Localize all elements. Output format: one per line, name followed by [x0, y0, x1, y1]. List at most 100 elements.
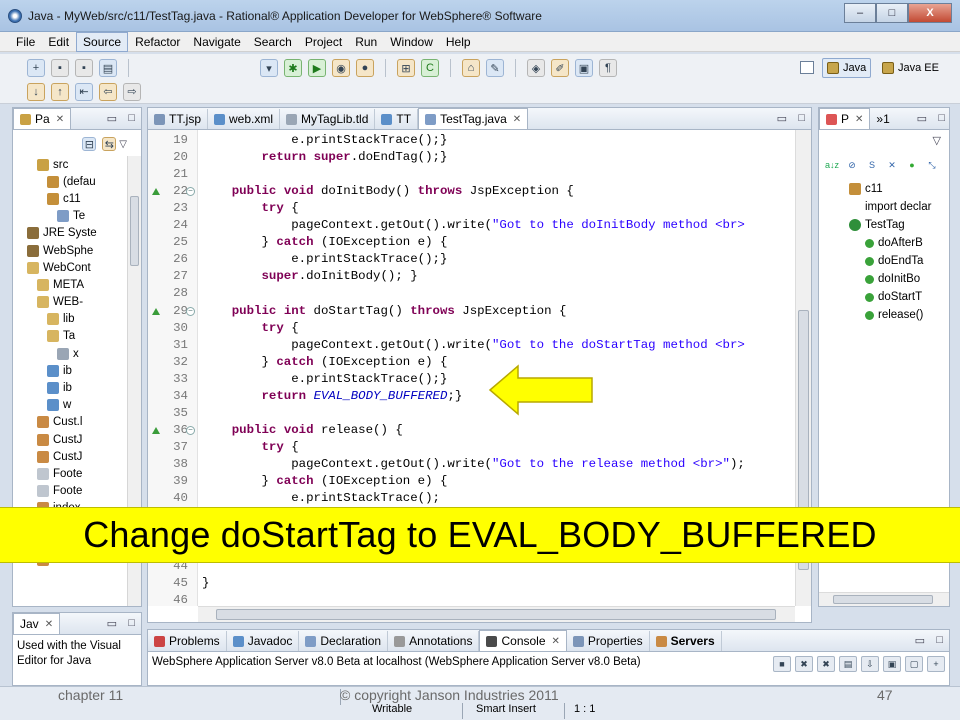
- hide-nonpublic-icon[interactable]: ✕: [885, 158, 899, 172]
- minimize-view-icon[interactable]: ▭: [777, 112, 787, 125]
- menu-window[interactable]: Window: [384, 33, 439, 51]
- scrollbar-thumb[interactable]: [833, 595, 933, 604]
- collapse-all-icon[interactable]: ⊟: [82, 137, 97, 151]
- minimize-view-icon[interactable]: ▭: [107, 112, 117, 125]
- toggle-mark-icon[interactable]: ◈: [527, 59, 545, 77]
- editor-tab[interactable]: MyTagLib.tld: [280, 109, 376, 129]
- tab-properties[interactable]: Properties: [567, 631, 650, 651]
- link-with-editor-icon[interactable]: ⇆: [102, 137, 117, 151]
- sort-icon[interactable]: a↓z: [825, 158, 839, 172]
- menu-navigate[interactable]: Navigate: [187, 33, 246, 51]
- new-package-icon[interactable]: ⊞: [397, 59, 415, 77]
- hide-local-types-icon[interactable]: ●: [905, 158, 919, 172]
- outline-item[interactable]: doInitBo: [819, 270, 949, 288]
- view-menu-icon[interactable]: ▽: [119, 139, 127, 150]
- remove-launch-icon[interactable]: ✖: [795, 656, 813, 672]
- editor-tab[interactable]: TT.jsp: [148, 109, 209, 129]
- close-icon[interactable]: ✕: [552, 636, 560, 647]
- remove-all-icon[interactable]: ✖: [817, 656, 835, 672]
- terminate-icon[interactable]: ■: [773, 656, 791, 672]
- editor-tab[interactable]: TestTag.java ✕: [418, 108, 529, 129]
- tab-console[interactable]: Console ✕: [479, 630, 567, 651]
- menu-source[interactable]: Source: [76, 31, 129, 52]
- tree-item[interactable]: Ta: [13, 328, 127, 345]
- print-icon[interactable]: ▤: [99, 59, 117, 77]
- tree-item[interactable]: (defau: [13, 173, 127, 190]
- tree-item[interactable]: Foote: [13, 465, 127, 482]
- minimize-view-icon[interactable]: ▭: [915, 634, 925, 647]
- run-icon[interactable]: ▶: [308, 59, 326, 77]
- outline-item[interactable]: doAfterB: [819, 234, 949, 252]
- outline-item[interactable]: release(): [819, 306, 949, 324]
- hide-fields-icon[interactable]: ⊘: [845, 158, 859, 172]
- show-whitespace-icon[interactable]: ¶: [599, 59, 617, 77]
- tab-java-beans[interactable]: Jav ✕: [13, 613, 61, 634]
- scrollbar-thumb[interactable]: [130, 196, 139, 266]
- editor-tab[interactable]: web.xml: [208, 109, 281, 129]
- next-annotation-icon[interactable]: ↓: [27, 82, 45, 101]
- maximize-view-icon[interactable]: □: [938, 112, 945, 124]
- forward-icon[interactable]: ⇨: [123, 82, 141, 101]
- fold-toggle-icon[interactable]: −: [186, 187, 195, 197]
- close-icon[interactable]: ✕: [45, 619, 53, 630]
- outline-item[interactable]: doStartT: [819, 288, 949, 306]
- tab-outline[interactable]: P ✕: [819, 108, 871, 129]
- view-menu-icon[interactable]: ▽: [933, 134, 941, 147]
- fold-toggle-icon[interactable]: −: [186, 306, 195, 316]
- tab-annotations[interactable]: Annotations: [388, 631, 480, 651]
- maximize-view-icon[interactable]: □: [128, 112, 135, 124]
- display-selected-icon[interactable]: ▢: [905, 656, 923, 672]
- tab-declaration[interactable]: Declaration: [299, 631, 389, 651]
- tree-item[interactable]: src: [13, 156, 127, 173]
- hide-static-icon[interactable]: S: [865, 158, 879, 172]
- search-icon[interactable]: ✎: [486, 59, 504, 77]
- build-icon[interactable]: ▾: [260, 59, 278, 77]
- tree-item[interactable]: CustJ: [13, 431, 127, 448]
- tree-item[interactable]: Foote: [13, 483, 127, 500]
- debug-icon[interactable]: ✱: [284, 59, 302, 77]
- clear-console-icon[interactable]: ▤: [839, 656, 857, 672]
- menu-refactor[interactable]: Refactor: [129, 33, 186, 51]
- tab-problems[interactable]: Problems: [148, 631, 227, 651]
- minimize-view-icon[interactable]: ▭: [107, 617, 117, 630]
- outline-item[interactable]: import declar: [819, 198, 949, 216]
- close-icon[interactable]: ✕: [56, 114, 64, 125]
- new-icon[interactable]: +: [27, 59, 45, 77]
- last-edit-location-icon[interactable]: ⇤: [75, 82, 93, 101]
- tree-item[interactable]: JRE Syste: [13, 225, 127, 242]
- tree-item[interactable]: WebCont: [13, 259, 127, 276]
- perspective-javaee[interactable]: Java EE: [878, 58, 943, 78]
- menu-help[interactable]: Help: [440, 33, 477, 51]
- pin-console-icon[interactable]: ▣: [883, 656, 901, 672]
- save-all-icon[interactable]: ▪: [75, 59, 93, 77]
- tree-item[interactable]: w: [13, 397, 127, 414]
- tree-item[interactable]: META: [13, 276, 127, 293]
- run-external-icon[interactable]: ◉: [332, 59, 350, 77]
- highlight-icon[interactable]: ✐: [551, 59, 569, 77]
- save-icon[interactable]: ▪: [51, 59, 69, 77]
- maximize-button[interactable]: □: [876, 3, 908, 23]
- fold-toggle-icon[interactable]: −: [186, 425, 195, 435]
- editor-tab[interactable]: TT: [375, 109, 419, 129]
- menu-project[interactable]: Project: [299, 33, 348, 51]
- tab-overflow[interactable]: »1: [870, 109, 895, 129]
- maximize-view-icon[interactable]: □: [936, 634, 943, 646]
- tree-item[interactable]: ib: [13, 379, 127, 396]
- menu-run[interactable]: Run: [349, 33, 383, 51]
- tree-item[interactable]: Te: [13, 208, 127, 225]
- menu-edit[interactable]: Edit: [42, 33, 75, 51]
- tab-javadoc[interactable]: Javadoc: [227, 631, 300, 651]
- previous-annotation-icon[interactable]: ↑: [51, 82, 69, 101]
- tree-item[interactable]: x: [13, 345, 127, 362]
- back-icon[interactable]: ⇦: [99, 82, 117, 101]
- scroll-lock-icon[interactable]: ⇩: [861, 656, 879, 672]
- outline-scrollbar[interactable]: [819, 592, 949, 606]
- tree-item[interactable]: WebSphe: [13, 242, 127, 259]
- maximize-view-icon[interactable]: □: [798, 112, 805, 124]
- scrollbar-thumb[interactable]: [216, 609, 776, 620]
- tab-servers[interactable]: Servers: [650, 631, 722, 651]
- outline-item[interactable]: doEndTa: [819, 252, 949, 270]
- tree-item[interactable]: lib: [13, 311, 127, 328]
- minimize-button[interactable]: ‒: [844, 3, 876, 23]
- tree-item[interactable]: c11: [13, 190, 127, 207]
